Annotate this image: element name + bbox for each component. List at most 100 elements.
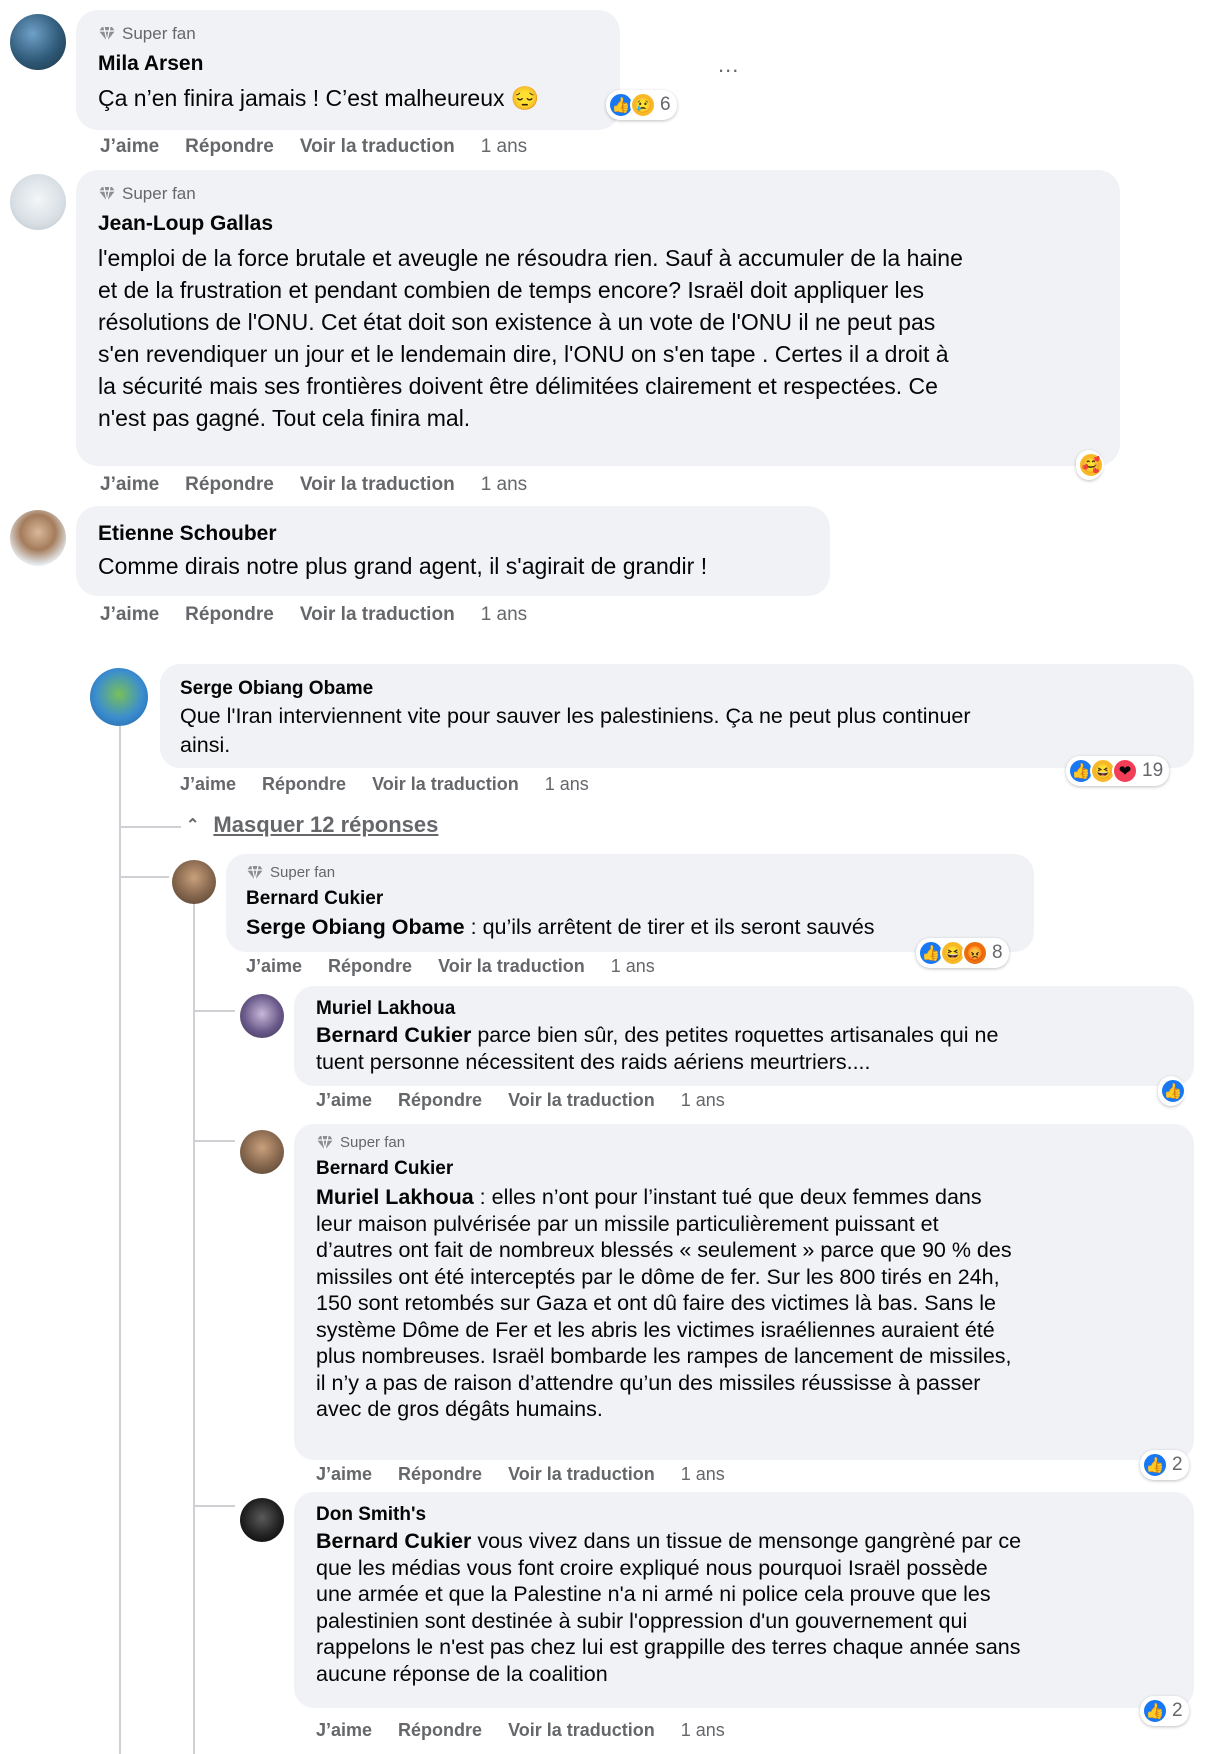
timestamp[interactable]: 1 ans: [681, 1090, 725, 1111]
comment-actions: J’aime Répondre Voir la traduction 1 ans: [180, 774, 615, 795]
reply-bernard-cukier: Super fan Bernard Cukier Serge Obiang Ob…: [0, 850, 1206, 990]
reaction-summary[interactable]: 👍 😆 ❤ 19: [1066, 756, 1170, 786]
mention-link[interactable]: Bernard Cukier: [316, 1023, 471, 1047]
reaction-summary[interactable]: 👍 😆 😡 8: [916, 938, 1009, 968]
avatar[interactable]: [10, 510, 66, 566]
more-options-icon[interactable]: ...: [718, 52, 739, 78]
timestamp[interactable]: 1 ans: [545, 774, 589, 795]
text-line: l'emploi de la force brutale et aveugle …: [98, 245, 963, 271]
like-button[interactable]: J’aime: [316, 1464, 372, 1485]
reply-button[interactable]: Répondre: [262, 774, 346, 795]
reply-button[interactable]: Répondre: [328, 956, 412, 977]
text-line: vous vivez dans un tissue de mensonge ga…: [471, 1529, 1022, 1553]
timestamp[interactable]: 1 ans: [611, 956, 655, 977]
avatar[interactable]: [10, 14, 66, 70]
reaction-summary[interactable]: 👍: [1158, 1076, 1186, 1106]
comment-actions: J’aime Répondre Voir la traduction 1 ans: [316, 1464, 751, 1485]
author-name[interactable]: Jean-Loup Gallas: [98, 212, 273, 236]
reaction-summary[interactable]: 🥰: [1076, 450, 1104, 480]
text-line: que les médias vous font croire expliqué…: [316, 1555, 988, 1580]
text-line: système Dôme de Fer et les abris les vic…: [316, 1317, 995, 1342]
love-reaction-icon: ❤: [1112, 758, 1138, 784]
text-line: avec de gros dégâts humains.: [316, 1397, 603, 1421]
like-button[interactable]: J’aime: [316, 1090, 372, 1111]
reaction-summary[interactable]: 👍 2: [1140, 1696, 1189, 1726]
avatar[interactable]: [240, 994, 284, 1038]
reply-button[interactable]: Répondre: [398, 1464, 482, 1485]
superfan-badge: Super fan: [98, 24, 196, 44]
hide-replies-label: Masquer 12 réponses: [213, 812, 439, 837]
author-name[interactable]: Bernard Cukier: [316, 1158, 453, 1180]
translate-button[interactable]: Voir la traduction: [508, 1090, 655, 1111]
comment-bubble: Super fan Bernard Cukier Serge Obiang Ob…: [226, 854, 1034, 952]
reaction-count: 19: [1142, 760, 1164, 781]
comment-text: l'emploi de la force brutale et aveugle …: [98, 242, 963, 434]
translate-button[interactable]: Voir la traduction: [508, 1720, 655, 1741]
text-line: 150 sont retombés sur Gaza et ont dû fai…: [316, 1291, 996, 1315]
translate-button[interactable]: Voir la traduction: [372, 774, 519, 795]
like-button[interactable]: J’aime: [246, 956, 302, 977]
translate-button[interactable]: Voir la traduction: [300, 474, 455, 496]
comment-text: Bernard Cukier vous vivez dans un tissue…: [316, 1528, 1021, 1687]
mention-link[interactable]: Bernard Cukier: [316, 1529, 471, 1553]
comment-text: Bernard Cukier parce bien sûr, des petit…: [316, 1022, 998, 1075]
timestamp[interactable]: 1 ans: [481, 604, 527, 626]
text-line: il n’y a pas de raison d’attendre qu’un …: [316, 1370, 981, 1395]
comment-serge-obiang-obame: Serge Obiang Obame Que l'Iran intervienn…: [0, 660, 1206, 800]
text-line: missiles ont été interceptés par le dôme…: [316, 1264, 1000, 1289]
diamond-icon: [317, 1135, 333, 1150]
reaction-summary[interactable]: 👍 😢 6: [606, 90, 677, 120]
comment-bubble: Etienne Schouber Comme dirais notre plus…: [76, 506, 830, 596]
mention-link[interactable]: Serge Obiang Obame: [246, 915, 465, 939]
text-line: plus nombreuses. Israël bombarde les ram…: [316, 1344, 1012, 1368]
like-reaction-icon: 👍: [1142, 1698, 1168, 1724]
reply-button[interactable]: Répondre: [185, 604, 274, 626]
text-line: d’autres ont fait de nombreux blessés « …: [316, 1238, 1012, 1262]
text-line: parce bien sûr, des petites roquettes ar…: [471, 1023, 999, 1047]
author-name[interactable]: Bernard Cukier: [246, 888, 383, 910]
like-button[interactable]: J’aime: [100, 604, 159, 626]
comment-actions: J’aime Répondre Voir la traduction 1 ans: [100, 604, 553, 626]
reaction-summary[interactable]: 👍 2: [1140, 1450, 1189, 1480]
comment-actions: J’aime Répondre Voir la traduction 1 ans: [100, 474, 553, 496]
care-reaction-icon: 🥰: [1078, 452, 1104, 478]
like-button[interactable]: J’aime: [180, 774, 236, 795]
author-name[interactable]: Muriel Lakhoua: [316, 998, 455, 1020]
reply-button[interactable]: Répondre: [398, 1090, 482, 1111]
text-line: s'en revendiquer un jour et le lendemain…: [98, 341, 949, 367]
mention-link[interactable]: Muriel Lakhoua: [316, 1185, 474, 1209]
comment-text: Muriel Lakhoua : elles n’ont pour l’inst…: [316, 1184, 1012, 1423]
timestamp[interactable]: 1 ans: [481, 136, 527, 158]
timestamp[interactable]: 1 ans: [481, 474, 527, 496]
author-name[interactable]: Serge Obiang Obame: [180, 678, 373, 700]
like-button[interactable]: J’aime: [100, 136, 159, 158]
text-line: rappelons le n'est pas chez lui est grap…: [316, 1635, 1021, 1659]
author-name[interactable]: Don Smith's: [316, 1504, 426, 1526]
avatar[interactable]: [240, 1498, 284, 1542]
avatar[interactable]: [90, 668, 148, 726]
timestamp[interactable]: 1 ans: [681, 1720, 725, 1741]
translate-button[interactable]: Voir la traduction: [508, 1464, 655, 1485]
timestamp[interactable]: 1 ans: [681, 1464, 725, 1485]
reply-button[interactable]: Répondre: [398, 1720, 482, 1741]
angry-reaction-icon: 😡: [962, 940, 988, 966]
text-line: la sécurité mais ses frontières doivent …: [98, 373, 938, 399]
diamond-icon: [247, 865, 263, 880]
like-reaction-icon: 👍: [1160, 1078, 1186, 1104]
avatar[interactable]: [10, 174, 66, 230]
translate-button[interactable]: Voir la traduction: [300, 604, 455, 626]
translate-button[interactable]: Voir la traduction: [300, 136, 455, 158]
text-line: aucune réponse de la coalition: [316, 1661, 608, 1686]
like-button[interactable]: J’aime: [100, 474, 159, 496]
like-button[interactable]: J’aime: [316, 1720, 372, 1741]
reaction-count: 2: [1172, 1454, 1183, 1475]
hide-replies-toggle[interactable]: ⌃ Masquer 12 réponses: [186, 812, 438, 838]
author-name[interactable]: Etienne Schouber: [98, 522, 277, 546]
reply-muriel-lakhoua: Muriel Lakhoua Bernard Cukier parce bien…: [0, 986, 1206, 1126]
translate-button[interactable]: Voir la traduction: [438, 956, 585, 977]
reply-button[interactable]: Répondre: [185, 136, 274, 158]
author-name[interactable]: Mila Arsen: [98, 52, 203, 76]
reply-button[interactable]: Répondre: [185, 474, 274, 496]
avatar[interactable]: [240, 1130, 284, 1174]
avatar[interactable]: [172, 860, 216, 904]
